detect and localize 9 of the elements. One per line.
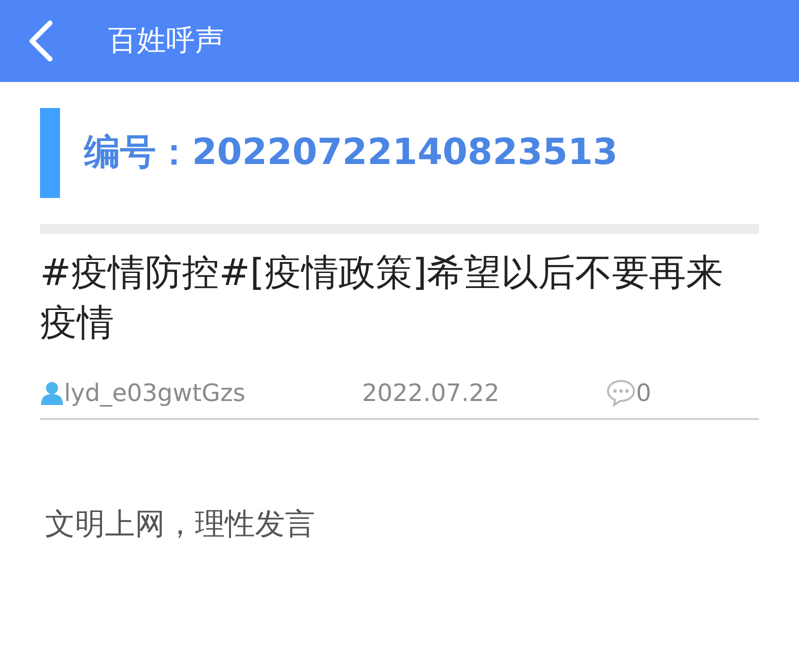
post-date: 2022.07.22 — [362, 378, 500, 409]
post-number: 编号：20220722140823513 — [84, 131, 618, 175]
author-name: lyd_e03gwtGzs — [64, 378, 246, 409]
page-title: 百姓呼声 — [108, 22, 224, 60]
comment-count: 0 — [636, 378, 652, 409]
user-icon — [40, 381, 64, 405]
post-title: #疫情防控#[疫情政策]希望以后不要再来疫情 — [40, 250, 724, 346]
comment-icon — [606, 379, 636, 407]
notice-text: 文明上网，理性发言 — [45, 506, 316, 544]
